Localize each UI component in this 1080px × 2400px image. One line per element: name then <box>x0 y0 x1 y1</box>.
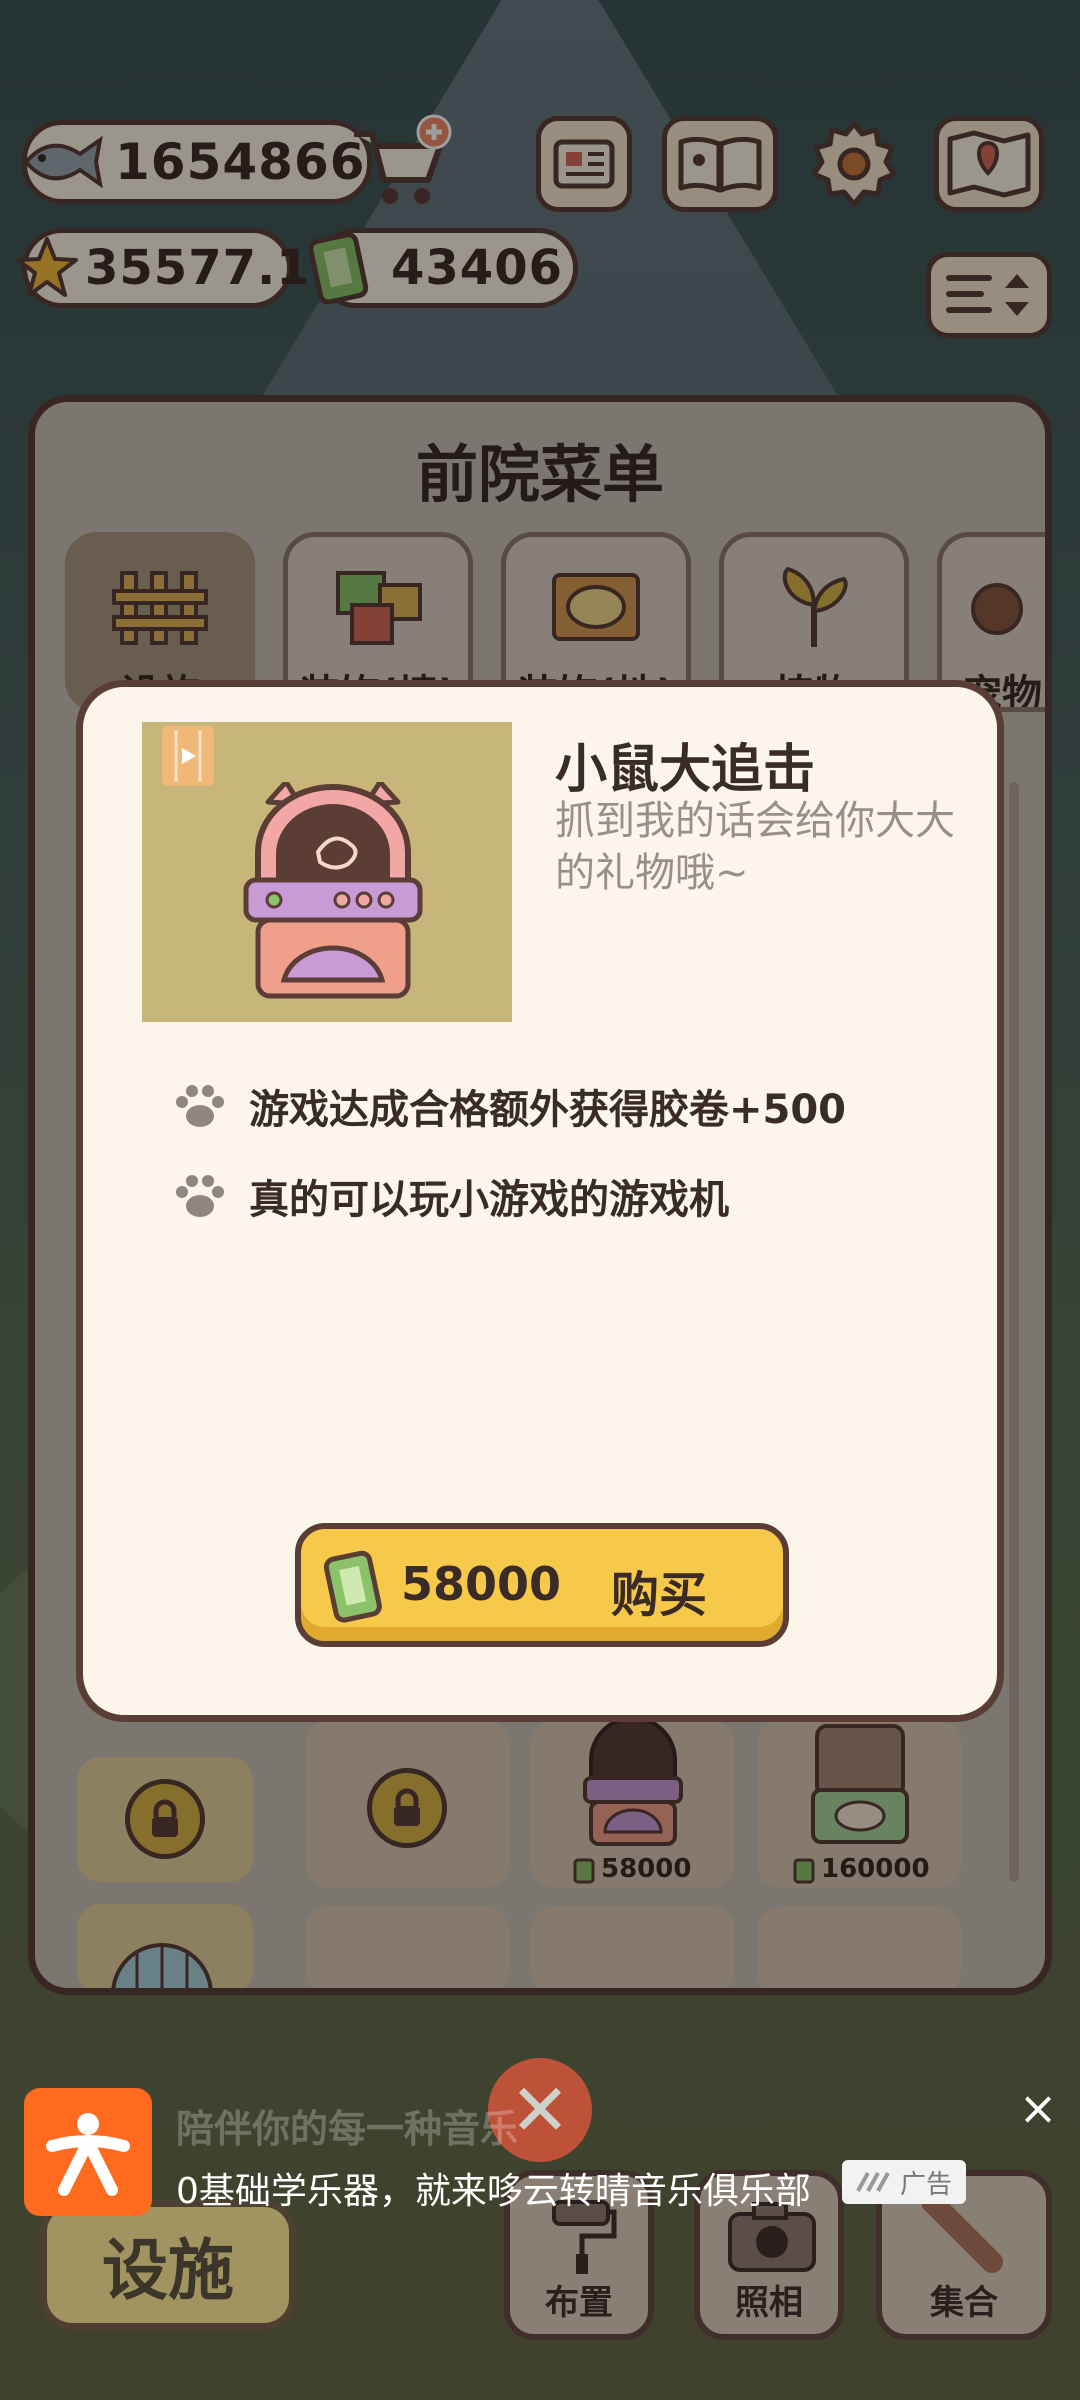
ad-text: 0基础学乐器，就来哆云转晴音乐俱乐部 <box>176 2171 811 2212</box>
buy-button[interactable]: 58000 购买 <box>295 1523 789 1647</box>
photo-nav-label: 照相 <box>735 2283 803 2323</box>
ad-title: 陪伴你的每一种音乐 <box>176 2107 519 2151</box>
arcade-machine-icon <box>243 782 423 999</box>
item-thumbnail <box>142 722 512 1022</box>
ad-app-logo-icon <box>24 2088 152 2216</box>
facilities-nav-label: 设施 <box>102 2232 234 2309</box>
feature-row: 真的可以玩小游戏的游戏机 <box>173 1167 729 1225</box>
ad-tag-label: 广告 <box>899 2169 952 2200</box>
ad-tag: 广告 <box>842 2160 966 2204</box>
buy-price: 58000 <box>401 1557 562 1611</box>
buy-label: 购买 <box>611 1567 708 1623</box>
paw-icon <box>176 1175 224 1217</box>
item-description: 抓到我的话会给你大大的礼物哦~ <box>555 798 955 896</box>
close-icon: × <box>1018 2081 1058 2135</box>
ad-network-icon <box>856 2172 890 2192</box>
item-detail-modal: 小鼠大追击 抓到我的话会给你大大的礼物哦~ 游戏达成合格额外获得胶卷+500 真… <box>76 680 1004 1722</box>
paw-icon <box>176 1085 224 1127</box>
feature-row: 游戏达成合格额外获得胶卷+500 <box>173 1077 846 1135</box>
ad-banner[interactable]: 陪伴你的每一种音乐 0基础学乐器，就来哆云转晴音乐俱乐部 广告 × <box>0 2070 1080 2230</box>
feature-text: 游戏达成合格额外获得胶卷+500 <box>249 1087 847 1133</box>
item-title: 小鼠大追击 <box>555 740 816 800</box>
feature-text: 真的可以玩小游戏的游戏机 <box>249 1177 729 1223</box>
gather-nav-label: 集合 <box>930 2283 998 2323</box>
video-badge-icon <box>162 726 214 786</box>
layout-nav-label: 布置 <box>545 2283 613 2323</box>
ad-close-button[interactable]: × <box>1018 2085 1058 2131</box>
film-ticket-icon <box>323 1550 382 1623</box>
